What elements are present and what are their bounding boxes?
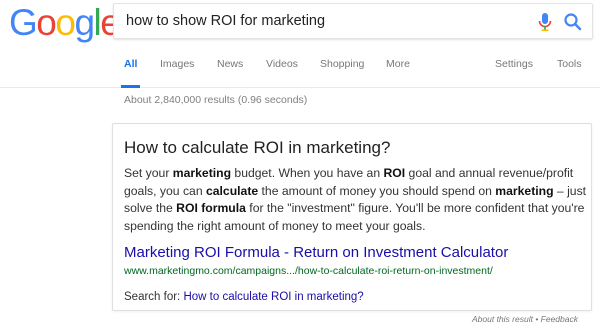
snippet-segment: budget. When you have an — [231, 166, 384, 180]
microphone-icon[interactable] — [534, 10, 556, 34]
about-this-result-link[interactable]: About this result — [472, 314, 533, 324]
result-url: www.marketingmo.com/campaigns.../how-to-… — [124, 265, 493, 277]
logo-letter: l — [93, 2, 102, 43]
snippet-footer: About this result • Feedback — [472, 314, 578, 324]
footer-separator: • — [532, 314, 541, 324]
tab-all[interactable]: All — [120, 57, 141, 88]
search-for-label: Search for: — [124, 291, 184, 303]
tab-settings[interactable]: Settings — [495, 57, 533, 88]
snippet-text: Set your marketing budget. When you have… — [124, 165, 590, 235]
tab-news[interactable]: News — [217, 57, 243, 88]
header: Google how to show ROI for marketing All… — [0, 0, 600, 88]
snippet-keyword: ROI — [383, 166, 406, 180]
feedback-link[interactable]: Feedback — [541, 314, 578, 324]
snippet-keyword: ROI formula — [176, 201, 246, 215]
search-tabs: All Images News Videos Shopping More Set… — [0, 57, 600, 88]
snippet-keyword: marketing — [495, 183, 554, 198]
tab-more[interactable]: More — [386, 57, 410, 88]
tab-videos[interactable]: Videos — [266, 57, 298, 88]
logo-letter: o — [36, 2, 57, 43]
result-title-link[interactable]: Marketing ROI Formula - Return on Invest… — [124, 244, 508, 261]
logo-letter: o — [55, 2, 76, 43]
logo-letter: G — [9, 2, 38, 43]
google-logo[interactable]: Google — [9, 2, 121, 43]
snippet-segment: Set your — [124, 166, 173, 180]
tab-shopping[interactable]: Shopping — [320, 57, 364, 88]
snippet-keyword: calculate — [205, 183, 259, 198]
results-stats: About 2,840,000 results (0.96 seconds) — [124, 94, 308, 106]
search-icon[interactable] — [561, 10, 585, 34]
snippet-segment: the amount of money you should spend on — [258, 183, 496, 198]
tab-tools[interactable]: Tools — [557, 57, 582, 88]
tab-images[interactable]: Images — [160, 57, 194, 88]
logo-letter: g — [74, 2, 95, 43]
snippet-title: How to calculate ROI in marketing? — [124, 138, 391, 157]
search-for: Search for: How to calculate ROI in mark… — [124, 291, 364, 303]
snippet-keyword: marketing — [172, 166, 232, 180]
search-for-link[interactable]: How to calculate ROI in marketing? — [183, 291, 363, 303]
search-box[interactable]: how to show ROI for marketing — [113, 3, 593, 39]
search-input[interactable]: how to show ROI for marketing — [126, 13, 325, 29]
featured-snippet: How to calculate ROI in marketing? Set y… — [112, 123, 592, 311]
